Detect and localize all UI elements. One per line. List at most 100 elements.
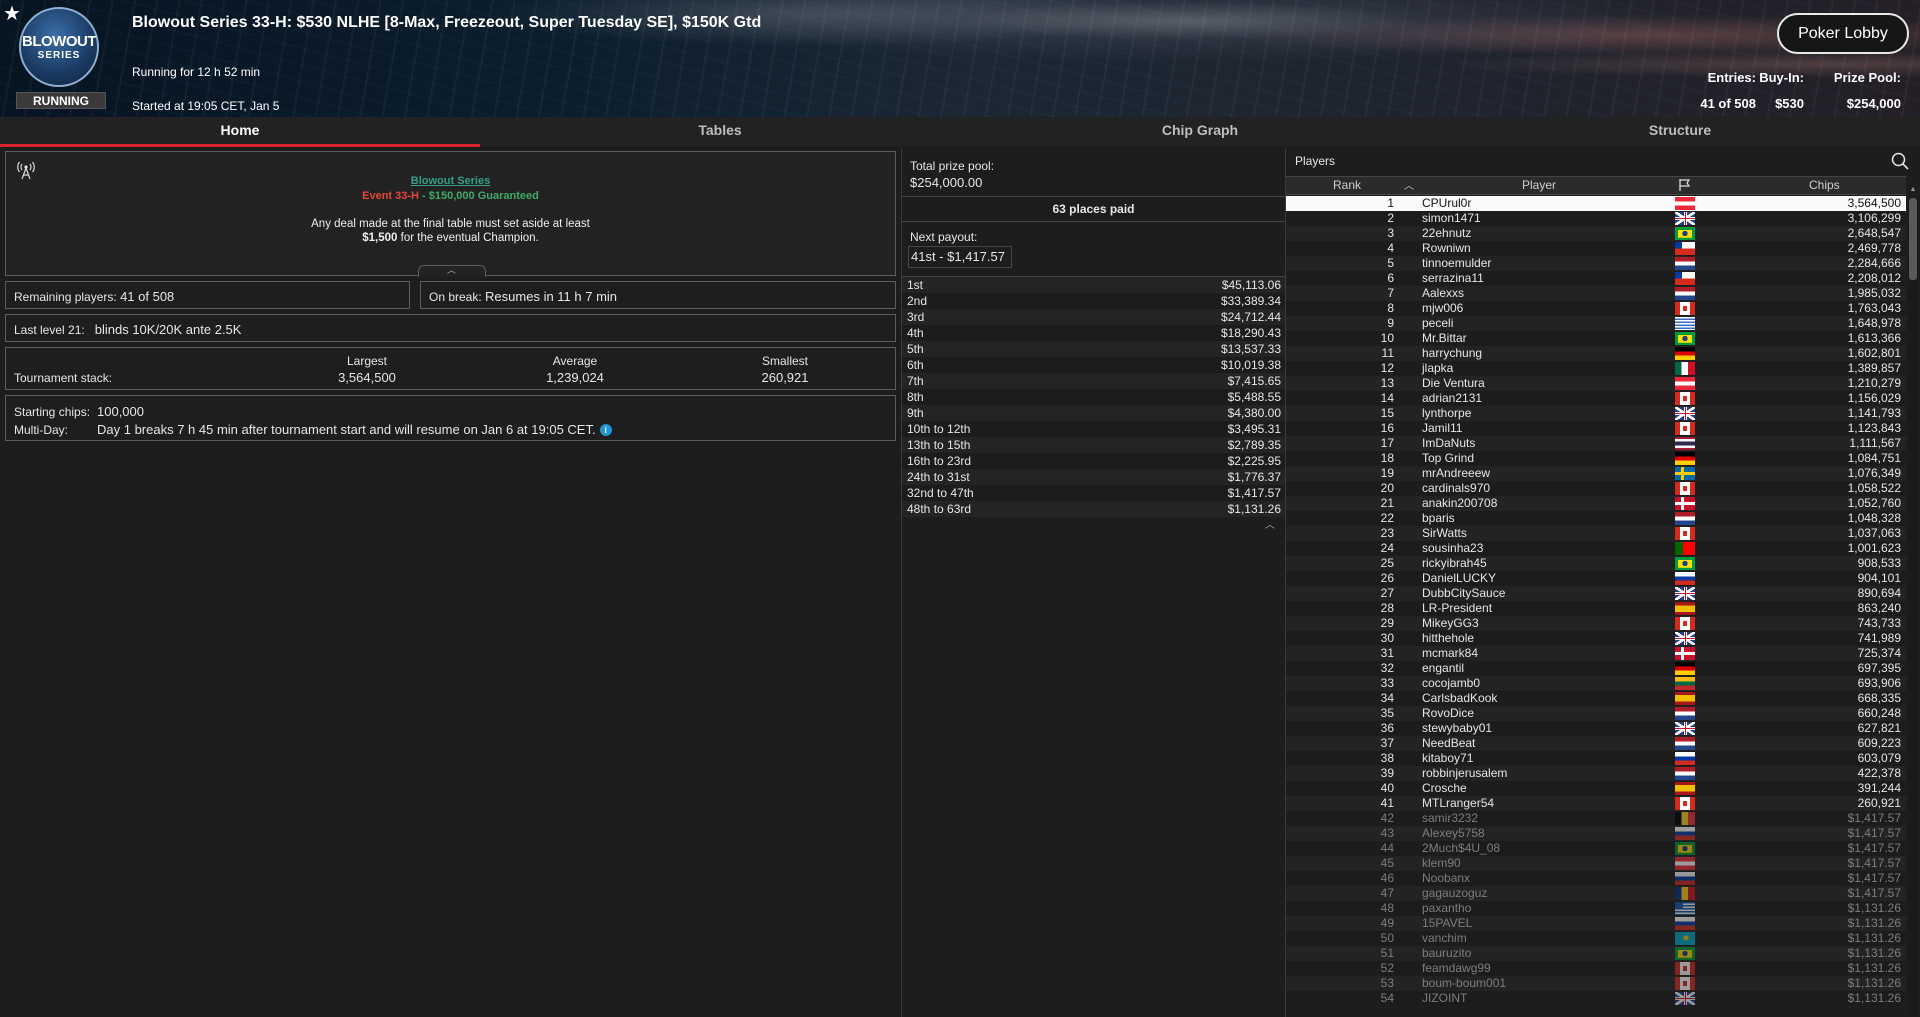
player-row[interactable]: 42 samir3232 $1,417.57	[1286, 811, 1906, 826]
player-name: Crosche	[1422, 781, 1467, 795]
player-row[interactable]: 50 vanchim $1,131.26	[1286, 931, 1906, 946]
player-chips: 741,989	[1857, 631, 1901, 645]
player-row[interactable]: 26 DanielLUCKY 904,101	[1286, 571, 1906, 586]
player-row[interactable]: 12 jlapka 1,389,857	[1286, 361, 1906, 376]
player-row[interactable]: 33 cocojamb0 693,906	[1286, 676, 1906, 691]
player-rank: 45	[1380, 856, 1394, 870]
player-rank: 46	[1380, 871, 1394, 885]
country-flag-icon	[1675, 422, 1695, 435]
player-row[interactable]: 14 adrian2131 1,156,029	[1286, 391, 1906, 406]
player-row[interactable]: 24 sousinha23 1,001,623	[1286, 541, 1906, 556]
player-row[interactable]: 7 Aalexxs 1,985,032	[1286, 286, 1906, 301]
player-chips: 1,156,029	[1847, 391, 1901, 405]
player-row[interactable]: 29 MikeyGG3 743,733	[1286, 616, 1906, 631]
player-row[interactable]: 16 Jamil11 1,123,843	[1286, 421, 1906, 436]
tab-structure[interactable]: Structure	[1440, 117, 1920, 147]
player-row[interactable]: 34 CarlsbadKook 668,335	[1286, 691, 1906, 706]
series-link[interactable]: Blowout Series	[6, 175, 895, 187]
player-row[interactable]: 6 serrazina11 2,208,012	[1286, 271, 1906, 286]
event-line: Event 33-H - $150,000 Guaranteed	[6, 190, 895, 202]
player-row[interactable]: 53 boum-boum001 $1,131.26	[1286, 976, 1906, 991]
collapse-info-tab[interactable]: ︿	[418, 265, 486, 277]
player-row[interactable]: 15 lynthorpe 1,141,793	[1286, 406, 1906, 421]
player-row[interactable]: 54 JIZOINT $1,131.26	[1286, 991, 1906, 1006]
player-row[interactable]: 52 feamdawg99 $1,131.26	[1286, 961, 1906, 976]
search-icon[interactable]	[1890, 151, 1910, 171]
player-row[interactable]: 41 MTLranger54 260,921	[1286, 796, 1906, 811]
player-row[interactable]: 9 peceli 1,648,978	[1286, 316, 1906, 331]
player-row[interactable]: 44 2Much$4U_08 $1,417.57	[1286, 841, 1906, 856]
player-row[interactable]: 28 LR-President 863,240	[1286, 601, 1906, 616]
player-rank: 3	[1387, 226, 1394, 240]
player-chips: $1,131.26	[1847, 901, 1901, 915]
player-row[interactable]: 22 bparis 1,048,328	[1286, 511, 1906, 526]
column-player[interactable]: Player	[1522, 178, 1556, 192]
sort-ascending-icon[interactable]: ︿	[1404, 177, 1414, 192]
player-name: peceli	[1422, 316, 1454, 330]
player-name: RovoDice	[1422, 706, 1475, 720]
player-row[interactable]: 48 paxantho $1,131.26	[1286, 901, 1906, 916]
info-icon[interactable]: i	[599, 424, 612, 436]
tab-chip-graph[interactable]: Chip Graph	[960, 117, 1440, 147]
scrollbar-thumb[interactable]	[1909, 198, 1917, 280]
player-row[interactable]: 20 cardinals970 1,058,522	[1286, 481, 1906, 496]
payout-place: 10th to 12th	[907, 422, 971, 436]
player-row[interactable]: 3 22ehnutz 2,648,547	[1286, 226, 1906, 241]
player-row[interactable]: 35 RovoDice 660,248	[1286, 706, 1906, 721]
favorite-star-icon[interactable]: ★	[3, 1, 21, 26]
player-name: mjw006	[1422, 301, 1464, 315]
player-row[interactable]: 5 tinnoemulder 2,284,666	[1286, 256, 1906, 271]
player-row[interactable]: 40 Crosche 391,244	[1286, 781, 1906, 796]
column-rank[interactable]: Rank	[1333, 178, 1361, 192]
collapse-payouts-chevron-icon[interactable]: ︿	[1265, 516, 1275, 531]
players-scrollbar[interactable]	[1908, 196, 1918, 1016]
scroll-up-arrow-icon[interactable]: ▲	[1908, 186, 1918, 194]
player-row[interactable]: 4 Rowniwn 2,469,778	[1286, 241, 1906, 256]
player-row[interactable]: 2 simon1471 3,106,299	[1286, 211, 1906, 226]
player-row[interactable]: 1 CPUrul0r 3,564,500	[1286, 196, 1906, 211]
player-rank: 15	[1380, 406, 1394, 420]
player-row[interactable]: 38 kitaboy71 603,079	[1286, 751, 1906, 766]
prize-pool-label: Total prize pool:	[910, 159, 995, 173]
player-row[interactable]: 13 Die Ventura 1,210,279	[1286, 376, 1906, 391]
player-row[interactable]: 49 15PAVEL $1,131.26	[1286, 916, 1906, 931]
player-row[interactable]: 32 engantil 697,395	[1286, 661, 1906, 676]
player-row[interactable]: 31 mcmark84 725,374	[1286, 646, 1906, 661]
payout-amount: $13,537.33	[1220, 342, 1281, 356]
player-row[interactable]: 19 mrAndreeew 1,076,349	[1286, 466, 1906, 481]
average-label: Average	[552, 354, 598, 368]
player-row[interactable]: 23 SirWatts 1,037,063	[1286, 526, 1906, 541]
player-rank: 38	[1380, 751, 1394, 765]
player-row[interactable]: 27 DubbCitySauce 890,694	[1286, 586, 1906, 601]
player-row[interactable]: 47 gagauzoguz $1,417.57	[1286, 886, 1906, 901]
country-flag-icon	[1675, 632, 1695, 645]
player-chips: $1,131.26	[1847, 961, 1901, 975]
column-chips[interactable]: Chips	[1809, 178, 1840, 192]
player-row[interactable]: 30 hitthehole 741,989	[1286, 631, 1906, 646]
player-row[interactable]: 43 Alexey5758 $1,417.57	[1286, 826, 1906, 841]
player-rank: 8	[1387, 301, 1394, 315]
player-row[interactable]: 11 harrychung 1,602,801	[1286, 346, 1906, 361]
player-row[interactable]: 45 klem90 $1,417.57	[1286, 856, 1906, 871]
player-chips: 1,389,857	[1847, 361, 1901, 375]
player-row[interactable]: 17 ImDaNuts 1,111,567	[1286, 436, 1906, 451]
player-row[interactable]: 39 robbinjerusalem 422,378	[1286, 766, 1906, 781]
player-row[interactable]: 37 NeedBeat 609,223	[1286, 736, 1906, 751]
player-row[interactable]: 51 bauruzito $1,131.26	[1286, 946, 1906, 961]
tab-tables[interactable]: Tables	[480, 117, 960, 147]
tab-home[interactable]: Home	[0, 117, 480, 147]
player-row[interactable]: 18 Top Grind 1,084,751	[1286, 451, 1906, 466]
player-row[interactable]: 21 anakin200708 1,052,760	[1286, 496, 1906, 511]
flag-column-icon[interactable]	[1678, 178, 1692, 192]
player-row[interactable]: 36 stewybaby01 627,821	[1286, 721, 1906, 736]
payout-row: 13th to 15th $2,789.35	[902, 437, 1285, 453]
player-row[interactable]: 25 rickyibrah45 908,533	[1286, 556, 1906, 571]
payout-place: 3rd	[907, 310, 925, 324]
poker-lobby-button[interactable]: Poker Lobby	[1777, 13, 1909, 54]
player-row[interactable]: 8 mjw006 1,763,043	[1286, 301, 1906, 316]
player-row[interactable]: 46 Noobanx $1,417.57	[1286, 871, 1906, 886]
country-flag-icon	[1675, 887, 1695, 900]
player-name: bparis	[1422, 511, 1455, 525]
player-row[interactable]: 10 Mr.Bittar 1,613,366	[1286, 331, 1906, 346]
player-name: CarlsbadKook	[1422, 691, 1498, 705]
